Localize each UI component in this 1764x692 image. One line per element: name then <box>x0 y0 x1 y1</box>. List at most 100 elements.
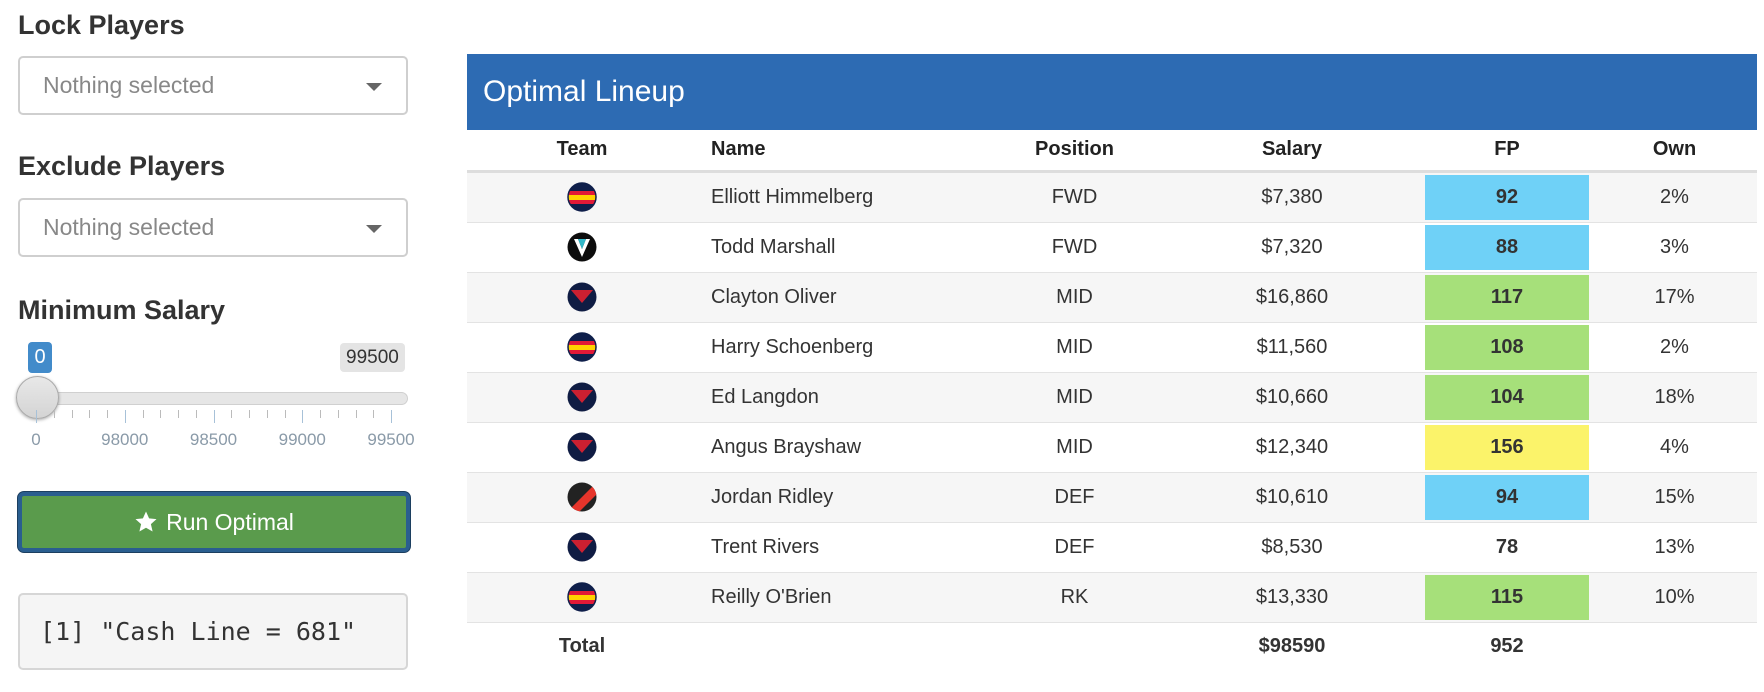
player-salary: $13,330 <box>1162 571 1422 622</box>
player-own: 2% <box>1592 170 1757 222</box>
lock-players-select[interactable]: Nothing selected <box>18 56 408 115</box>
fp-cell: 117 <box>1422 271 1592 322</box>
run-optimal-label: Run Optimal <box>166 508 294 535</box>
player-own: 4% <box>1592 421 1757 472</box>
fp-cell: 88 <box>1422 221 1592 272</box>
col-header-team: Team <box>467 130 697 173</box>
player-own: 13% <box>1592 521 1757 572</box>
slider-tick <box>284 410 286 418</box>
player-position: FWD <box>987 221 1162 272</box>
player-position: DEF <box>987 521 1162 572</box>
minimum-salary-label: Minimum Salary <box>18 295 226 325</box>
player-salary: $10,610 <box>1162 471 1422 522</box>
slider-tick <box>36 410 37 423</box>
total-row: Total $98590 952 <box>467 621 1757 670</box>
table-row: Ed Langdon MID $10,660 104 18% <box>467 371 1757 422</box>
lock-players-label: Lock Players <box>18 10 185 40</box>
exclude-players-placeholder: Nothing selected <box>43 214 215 240</box>
slider-tick <box>195 410 197 418</box>
essendon-team-logo-icon <box>566 481 598 513</box>
player-salary: $11,560 <box>1162 321 1422 372</box>
slider-tick <box>124 410 126 423</box>
team-cell <box>467 271 697 322</box>
slider-tick-label: 99500 <box>367 430 415 449</box>
slider-tick <box>355 410 357 418</box>
fp-cell: 115 <box>1422 571 1592 622</box>
total-fp: 952 <box>1422 621 1592 670</box>
cash-line-output: [1] "Cash Line = 681" <box>18 593 408 670</box>
exclude-players-label: Exclude Players <box>18 151 226 181</box>
player-position: MID <box>987 371 1162 422</box>
player-position: RK <box>987 571 1162 622</box>
star-icon <box>135 511 157 532</box>
run-optimal-button[interactable]: Run Optimal <box>18 492 410 552</box>
panel-title: Optimal Lineup <box>467 54 1757 130</box>
slider-max-badge: 99500 <box>340 343 405 372</box>
player-position: DEF <box>987 471 1162 522</box>
fp-cell: 94 <box>1422 471 1592 522</box>
slider-tick <box>71 410 73 418</box>
table-row: Trent Rivers DEF $8,530 78 13% <box>467 521 1757 572</box>
slider-tick <box>142 410 144 418</box>
adelaide-team-logo-icon <box>566 581 598 613</box>
caret-down-icon <box>366 83 382 91</box>
melbourne-team-logo-icon <box>566 531 598 563</box>
adelaide-team-logo-icon <box>566 331 598 363</box>
player-salary: $16,860 <box>1162 271 1422 322</box>
slider-track[interactable] <box>18 392 408 405</box>
player-salary: $7,380 <box>1162 170 1422 222</box>
total-label: Total <box>467 621 697 670</box>
slider-handle[interactable] <box>16 376 59 419</box>
col-header-salary: Salary <box>1162 130 1422 173</box>
adelaide-team-logo-icon <box>566 181 598 213</box>
col-header-name: Name <box>697 130 987 173</box>
team-cell <box>467 521 697 572</box>
player-position: MID <box>987 321 1162 372</box>
player-name: Trent Rivers <box>697 521 987 572</box>
player-fp: 92 <box>1425 174 1589 220</box>
player-name: Ed Langdon <box>697 371 987 422</box>
table-row: Clayton Oliver MID $16,860 117 17% <box>467 271 1757 322</box>
player-own: 18% <box>1592 371 1757 422</box>
table-header-row: Team Name Position Salary FP Own <box>467 130 1757 173</box>
slider-tick <box>107 410 108 418</box>
slider-tick <box>391 410 392 423</box>
player-fp: 115 <box>1425 574 1589 620</box>
exclude-players-select[interactable]: Nothing selected <box>18 198 408 257</box>
table-row: Reilly O'Brien RK $13,330 115 10% <box>467 571 1757 622</box>
gws-team-logo-icon <box>566 231 598 263</box>
player-position: MID <box>987 271 1162 322</box>
player-position: FWD <box>987 170 1162 222</box>
slider-tick-label: 98000 <box>101 430 149 449</box>
player-own: 15% <box>1592 471 1757 522</box>
slider-tick <box>231 410 233 418</box>
slider-tick-label: 98500 <box>189 430 238 449</box>
player-salary: $10,660 <box>1162 371 1422 422</box>
player-salary: $12,340 <box>1162 421 1422 472</box>
player-own: 17% <box>1592 271 1757 322</box>
col-header-own: Own <box>1592 130 1757 173</box>
slider-value-badge: 0 <box>28 342 52 373</box>
player-own: 3% <box>1592 221 1757 272</box>
player-own: 2% <box>1592 321 1757 372</box>
fp-cell: 156 <box>1422 421 1592 472</box>
team-cell <box>467 371 697 422</box>
table-row: Todd Marshall FWD $7,320 88 3% <box>467 221 1757 272</box>
slider-tick <box>337 410 339 418</box>
slider-tick <box>266 410 268 418</box>
team-cell <box>467 321 697 372</box>
team-cell <box>467 471 697 522</box>
slider-tick-label: 99000 <box>278 430 326 449</box>
fp-cell: 108 <box>1422 321 1592 372</box>
player-fp: 108 <box>1425 324 1589 370</box>
player-fp: 78 <box>1495 535 1519 558</box>
caret-down-icon <box>366 225 382 233</box>
fp-cell: 104 <box>1422 371 1592 422</box>
optimal-lineup-panel: Optimal Lineup Team Name Position Salary… <box>467 54 1757 670</box>
fp-cell: 92 <box>1422 170 1592 222</box>
player-fp: 88 <box>1425 224 1589 270</box>
minimum-salary-slider[interactable]: 0 99500 0 98000 98500 99000 99500 <box>16 340 418 455</box>
player-fp: 94 <box>1425 474 1589 520</box>
player-own: 10% <box>1592 571 1757 622</box>
table-row: Jordan Ridley DEF $10,610 94 15% <box>467 471 1757 522</box>
